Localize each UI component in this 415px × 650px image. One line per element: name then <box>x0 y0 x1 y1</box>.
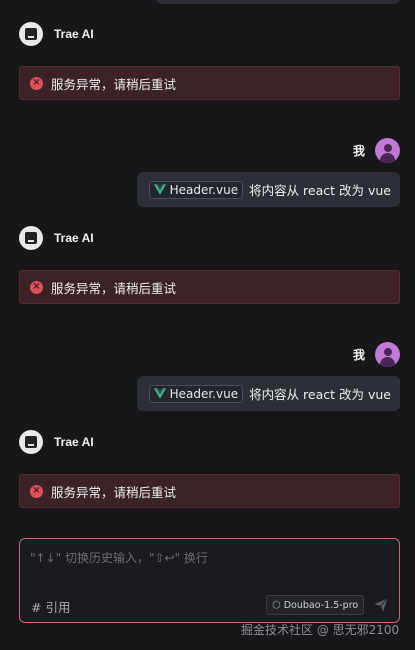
vue-file-icon <box>153 184 166 195</box>
chat-input-box[interactable]: "↑↓" 切换历史输入，"⇧↩" 换行 # 引用 ⬡ Doubao-1.5-pr… <box>19 538 400 623</box>
trae-ai-avatar-icon <box>19 226 43 250</box>
ai-message-header: Trae AI <box>19 22 94 46</box>
watermark: 掘金技术社区 @ 思无邪2100 <box>241 623 400 637</box>
user-name: 我 <box>352 144 365 158</box>
cube-icon: ⬡ <box>272 599 281 611</box>
ai-name: Trae AI <box>54 27 94 41</box>
model-name: Doubao-1.5-pro <box>283 599 359 611</box>
vue-file-icon <box>153 388 166 399</box>
user-message-bubble: Header.vue 将内容从 react 改为 vue <box>136 376 400 411</box>
error-text: 服务异常，请稍后重试 <box>51 280 177 296</box>
user-message-text: 将内容从 react 改为 vue <box>249 183 391 198</box>
user-name: 我 <box>352 348 365 362</box>
error-message: × 服务异常，请稍后重试 <box>19 270 400 304</box>
file-name: Header.vue <box>169 386 239 401</box>
error-x-icon: × <box>30 484 43 498</box>
chat-panel: Trae AI × 服务异常，请稍后重试 我 Header.vue 将内容从 r… <box>0 0 415 650</box>
error-x-icon: × <box>30 280 43 294</box>
ai-name: Trae AI <box>54 231 94 245</box>
file-reference-chip[interactable]: Header.vue <box>148 384 244 403</box>
user-message-bubble: Header.vue 将内容从 react 改为 vue <box>136 172 400 207</box>
trae-ai-avatar-icon <box>19 430 43 454</box>
user-message-header: 我 <box>353 138 400 163</box>
file-reference-chip[interactable]: Header.vue <box>148 180 244 199</box>
error-message: × 服务异常，请稍后重试 <box>19 474 400 508</box>
user-avatar-icon <box>375 342 400 367</box>
error-x-icon: × <box>30 76 43 90</box>
send-icon[interactable] <box>373 597 389 613</box>
model-selector[interactable]: ⬡ Doubao-1.5-pro <box>266 595 365 615</box>
reference-button[interactable]: # 引用 <box>31 597 70 616</box>
error-message: × 服务异常，请稍后重试 <box>19 66 400 100</box>
trae-ai-avatar-icon <box>19 22 43 46</box>
user-message-text: 将内容从 react 改为 vue <box>249 387 391 402</box>
user-avatar-icon <box>375 138 400 163</box>
ai-name: Trae AI <box>54 435 94 449</box>
previous-message-bubble <box>156 0 400 4</box>
ai-message-header: Trae AI <box>19 430 94 454</box>
error-text: 服务异常，请稍后重试 <box>51 484 177 500</box>
user-message-header: 我 <box>353 342 400 367</box>
file-name: Header.vue <box>169 182 239 197</box>
error-text: 服务异常，请稍后重试 <box>51 76 177 92</box>
chat-input-placeholder[interactable]: "↑↓" 切换历史输入，"⇧↩" 换行 <box>30 549 208 566</box>
ai-message-header: Trae AI <box>19 226 94 250</box>
